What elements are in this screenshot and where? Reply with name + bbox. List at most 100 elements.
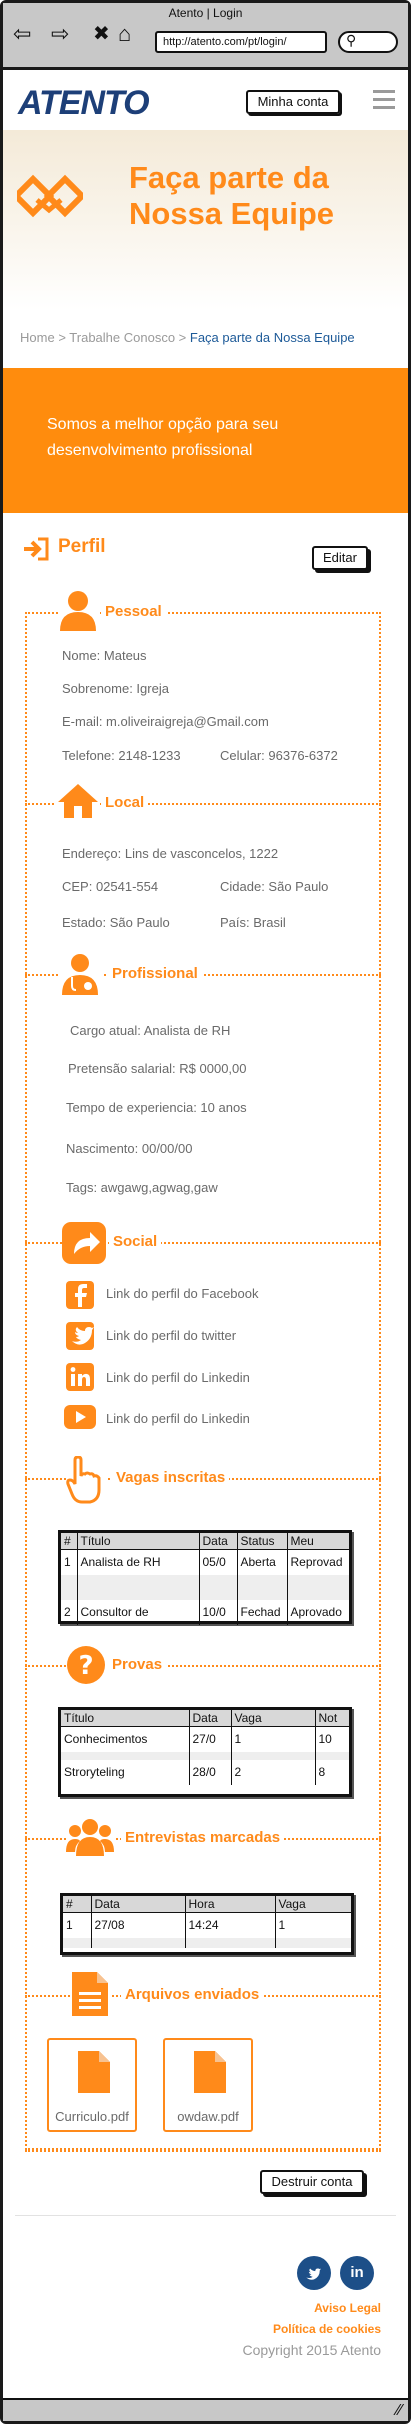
cidade-text: Cidade: São Paulo [220,879,329,894]
url-bar[interactable]: http://atento.com/pt/login/ [155,31,327,53]
resize-grip-icon[interactable]: ⁄⁄ [397,2402,402,2420]
home-icon[interactable]: ⌂ [118,23,131,45]
file-icon [193,2050,227,2099]
table-cell: 10/0 [199,1599,238,1625]
facebook-link[interactable]: Link do perfil do Facebook [106,1286,258,1301]
email-text: E-mail: m.oliveiraigreja@Gmail.com [62,714,269,729]
telefone-text: Telefone: 2148-1233 [62,748,181,763]
twitter-link[interactable]: Link do perfil do twitter [106,1328,236,1343]
hero-section: Faça parte da Nossa Equipe [3,130,408,310]
cargo-text: Cargo atual: Analista de RH [70,1023,231,1038]
twitter-footer-icon[interactable] [297,2256,331,2290]
table-cell: Aberta [237,1549,288,1575]
file-name: Curriculo.pdf [55,2109,129,2124]
provas-col-data: Data [189,1710,232,1727]
table-cell: 10 [318,1732,332,1747]
entrevistas-heading: Entrevistas marcadas [121,1829,285,1846]
menu-icon[interactable] [373,90,395,114]
table-cell: Aprovado [290,1605,342,1619]
table-cell: 8 [318,1765,326,1779]
pretensao-text: Pretensão salarial: R$ 0000,00 [68,1061,247,1076]
celular-text: Celular: 96376-6372 [220,748,338,763]
destroy-account-button[interactable]: Destruir conta [260,2170,364,2194]
breadcrumb-home[interactable]: Home [20,330,55,345]
arquivos-heading: Arquivos enviados [121,1986,264,2003]
table-cell: 1 [278,1918,286,1933]
browser-toolbar: Atento | Login ⇦ ⇨ ✖ ⌂ http://atento.com… [3,3,408,70]
breadcrumb-trabalhe[interactable]: Trabalhe Conosco [69,330,175,345]
entrevistas-table: # Data Hora Vaga 1 27/08 14:24 1 [60,1893,354,1955]
forward-arrow-icon[interactable]: ⇨ [51,23,69,45]
linkedin-footer-icon[interactable]: in [340,2256,374,2290]
handshake-icon [11,170,87,231]
aviso-legal-link[interactable]: Aviso Legal [314,2301,381,2315]
account-button[interactable]: Minha conta [246,90,340,114]
endereco-text: Endereço: Lins de vasconcelos, 1222 [62,846,279,861]
provas-col-nota: Not [315,1710,349,1727]
table-cell: 2 [61,1599,78,1625]
facebook-icon[interactable] [66,1281,94,1314]
cookies-link[interactable]: Política de cookies [273,2322,381,2336]
doctor-icon [58,952,102,1001]
browser-search-input[interactable]: ⚲ [338,31,398,53]
footer-divider [15,2215,396,2216]
back-arrow-icon[interactable]: ⇦ [13,23,31,45]
table-row[interactable]: 2 Consultor de 10/0 Fechad Aprovado [61,1599,349,1625]
share-icon [62,1222,106,1269]
file-icon [77,2050,111,2099]
breadcrumb-separator: > [178,330,187,345]
svg-text:?: ? [78,1651,93,1681]
banner-text: Somos a melhor opção para seu desenvolvi… [47,416,279,459]
vagas-col-status: Status [237,1533,288,1550]
local-heading: Local [101,794,149,811]
file-curriculo[interactable]: Curriculo.pdf [47,2038,137,2132]
table-cell: 2 [231,1759,316,1785]
table-cell: 1 [231,1726,316,1752]
person-icon [58,590,98,637]
social-heading: Social [109,1233,162,1250]
table-cell: Consultor de [77,1599,200,1625]
table-cell: 05/0 [199,1549,238,1575]
vagas-col-num: # [61,1533,78,1550]
table-cell: Fechad [237,1599,288,1625]
table-cell: 28/0 [189,1759,232,1785]
sobrenome-text: Sobrenome: Igreja [62,681,169,696]
edit-button[interactable]: Editar [312,546,368,570]
linkedin-link-2[interactable]: Link do perfil do Linkedin [106,1411,250,1426]
sign-in-icon [22,536,50,567]
file-name: owdaw.pdf [177,2109,239,2124]
twitter-icon[interactable] [66,1322,94,1355]
vagas-heading: Vagas inscritas [112,1469,230,1486]
table-cell: Conhecimentos [61,1726,190,1752]
table-cell: Analista de RH [77,1549,200,1575]
file-owdaw[interactable]: owdaw.pdf [163,2038,253,2132]
provas-heading: Provas [108,1656,167,1673]
table-cell: Reprovad [290,1555,343,1570]
breadcrumb: Home > Trabalhe Conosco > Faça parte da … [20,330,355,345]
linkedin-icon[interactable] [66,1363,94,1396]
breadcrumb-current: Faça parte da Nossa Equipe [189,330,355,345]
document-icon [70,1970,110,2023]
vagas-col-meu: Meu [287,1533,349,1550]
youtube-icon[interactable] [64,1405,96,1434]
linkedin-link[interactable]: Link do perfil do Linkedin [106,1370,250,1385]
table-cell: Stroryteling [61,1759,190,1785]
atento-logo[interactable]: ATENTO [18,84,150,123]
pais-text: País: Brasil [220,915,286,930]
table-row[interactable]: 1 27/08 14:24 1 [63,1912,351,1938]
table-cell: 27/08 [91,1912,186,1938]
close-icon[interactable]: ✖ [93,23,110,45]
profissional-heading: Profissional [108,965,202,982]
table-cell: 14:24 [185,1912,276,1938]
cep-text: CEP: 02541-554 [62,879,159,894]
provas-table: Título Data Vaga Not Conhecimentos 27/0 … [58,1707,352,1797]
hero-title: Faça parte da Nossa Equipe [129,160,334,231]
table-row[interactable]: Stroryteling 28/0 2 8 [61,1759,349,1785]
status-bar: ⁄⁄ [3,2398,408,2421]
table-row[interactable]: Conhecimentos 27/0 1 10 [61,1726,349,1752]
entrevistas-col-hora: Hora [185,1896,276,1913]
pessoal-heading: Pessoal [101,603,166,620]
table-row[interactable]: 1 Analista de RH 05/0 Aberta Reprovad [61,1549,349,1575]
nome-text: Nome: Mateus [62,648,147,663]
table-cell: 1 [63,1912,92,1938]
